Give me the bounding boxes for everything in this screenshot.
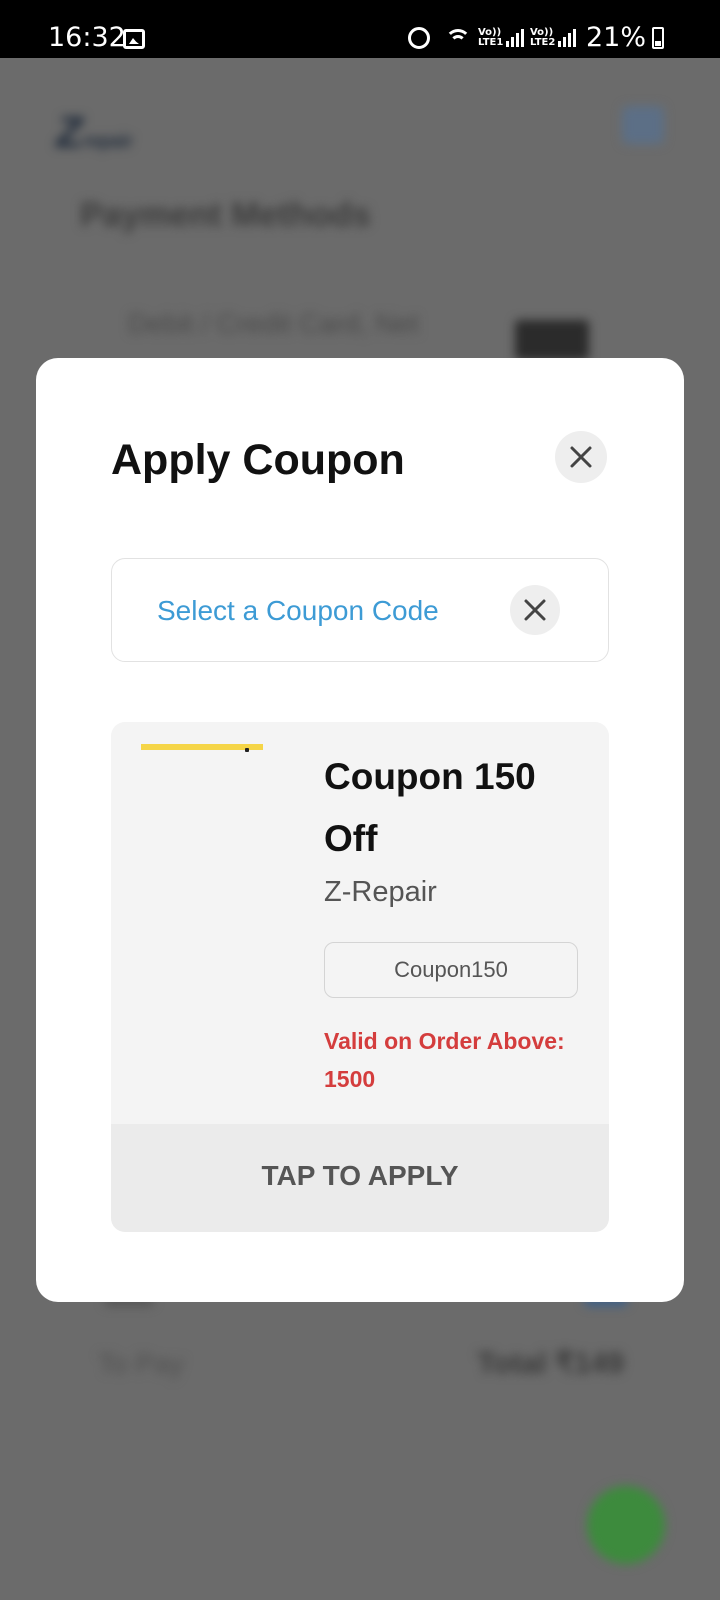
coupon-title: Coupon 150 Off <box>324 756 536 859</box>
coupon-code-select[interactable]: Select a Coupon Code <box>111 558 609 662</box>
card-icon <box>515 320 589 360</box>
coupon-card[interactable]: Coupon 150 Off Z-Repair Coupon150 Valid … <box>111 722 609 1232</box>
total-amount: Total ₹149 <box>477 1347 624 1380</box>
status-indicators: Vo)) LTE1 Vo)) LTE2 21% <box>407 22 664 53</box>
gallery-notification-icon <box>123 29 145 49</box>
page-title: Payment Methods <box>80 196 371 234</box>
signal-1-icon <box>505 28 524 47</box>
app-logo: Zrepair <box>56 108 133 157</box>
close-icon <box>570 446 592 468</box>
battery-percent: 21% <box>585 22 646 53</box>
apply-coupon-modal: Apply Coupon Select a Coupon Code Coupon… <box>36 358 684 1302</box>
coupon-select-placeholder: Select a Coupon Code <box>157 595 439 626</box>
status-time: 16:32 <box>48 22 126 53</box>
alarm-icon <box>407 26 430 49</box>
coupon-code-badge: Coupon150 <box>324 942 578 998</box>
close-modal-button[interactable] <box>555 431 607 483</box>
coupon-image <box>141 744 263 752</box>
status-bar: 16:32 Vo)) LTE1 Vo)) LTE2 21% <box>0 0 720 58</box>
menu-icon <box>622 106 664 144</box>
battery-icon <box>652 26 664 49</box>
coupon-brand: Z-Repair <box>324 876 437 908</box>
whatsapp-fab-icon <box>587 1486 665 1564</box>
lte1-label: Vo)) LTE1 <box>477 26 504 48</box>
modal-title: Apply Coupon <box>111 436 405 484</box>
to-pay-label: To Pay <box>98 1348 184 1379</box>
tap-to-apply-button[interactable]: TAP TO APPLY <box>111 1124 609 1232</box>
clear-coupon-button[interactable] <box>510 585 560 635</box>
payment-method-label: Debit / Credit Card, Net <box>128 308 419 339</box>
close-icon <box>524 599 546 621</box>
lte2-label: Vo)) LTE2 <box>529 26 556 48</box>
coupon-validity: Valid on Order Above: 1500 <box>324 1028 565 1092</box>
signal-2-icon <box>557 28 576 47</box>
wifi-icon <box>444 27 472 49</box>
